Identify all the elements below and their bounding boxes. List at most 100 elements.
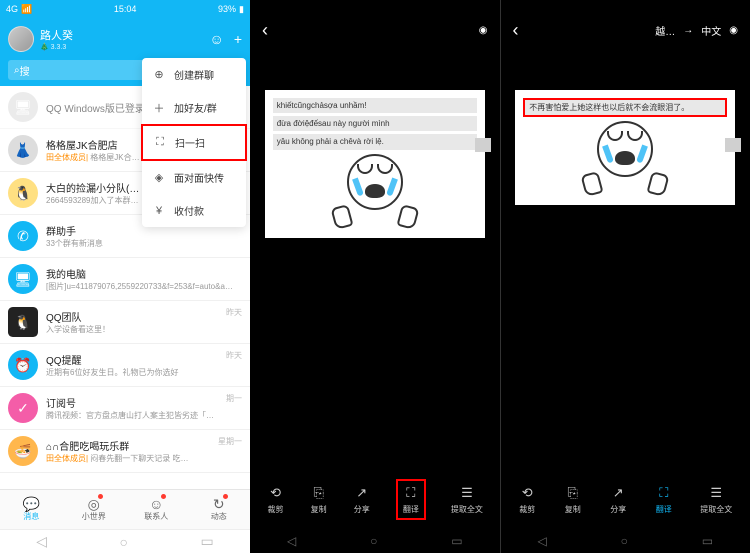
nav-动态[interactable]: ↻动态 xyxy=(188,490,251,529)
chat-item[interactable]: 🖥 我的电脑 [图片]u=411879076,2559220733&f=253&… xyxy=(0,258,250,301)
nav-icon: 💬 xyxy=(23,497,40,511)
home-button[interactable]: ○ xyxy=(120,534,128,550)
tool-翻译[interactable]: ⛶翻译 xyxy=(655,484,673,515)
viewer-0: ‹ ◉ khiếtcũngchảsợa unhầm! đừa đờiệđếsau … xyxy=(250,0,500,553)
tool-label: 裁剪 xyxy=(519,504,535,515)
send-icon: ◈ xyxy=(152,171,166,185)
tool-分享[interactable]: ↗ 分享 xyxy=(609,484,627,515)
viewer-topbar: ‹ 越… → 中文 ◉ xyxy=(501,0,750,60)
tool-label: 分享 xyxy=(354,504,370,515)
popup-item-add-user[interactable]: ＋加好友/群 xyxy=(142,91,246,124)
chat-subtitle: 田全体成员| 闷春先翻一下聊天记录 吃… xyxy=(46,453,210,464)
plus-icon[interactable]: + xyxy=(234,31,242,47)
crying-sticker xyxy=(337,154,413,230)
tool-label: 翻译 xyxy=(403,504,419,515)
viewer-topbar: ‹ ◉ xyxy=(250,0,500,60)
ocr-text-block[interactable]: yâu không phải a chêvà rời lệ. xyxy=(273,134,477,149)
back-icon[interactable]: ‹ xyxy=(262,20,268,41)
recent-button[interactable]: ▭ xyxy=(702,534,713,548)
back-button[interactable]: ◁ xyxy=(36,533,47,550)
popup-item-scan[interactable]: ⛶扫一扫 xyxy=(141,124,247,161)
tool-裁剪[interactable]: ⟲ 裁剪 xyxy=(518,484,536,515)
arrow-icon: → xyxy=(683,25,693,36)
plus-menu-popup: ⊕创建群聊＋加好友/群⛶扫一扫 ◈ 面对面快传 ¥收付款 xyxy=(142,58,246,227)
tool-icon: ☰ xyxy=(707,484,725,502)
battery-icon: ▮ xyxy=(239,4,244,15)
signal-text: 4G xyxy=(6,4,18,14)
tool-裁剪[interactable]: ⟲裁剪 xyxy=(267,484,285,515)
ocr-text-block[interactable]: đừa đờiệđếsau này người mình xyxy=(273,116,477,131)
tool-label: 分享 xyxy=(610,504,626,515)
tool-翻译[interactable]: ⛶翻译 xyxy=(396,479,426,520)
scan-icon: ⛶ xyxy=(153,136,167,150)
nav-label: 小世界 xyxy=(82,511,106,522)
nav-icon: ↻ xyxy=(213,497,225,511)
user-avatar[interactable] xyxy=(8,26,34,52)
chat-title: ⌂∩合肥吃喝玩乐群 xyxy=(46,438,210,453)
tool-复制[interactable]: ⎘复制 xyxy=(564,484,582,515)
ocr-text-block[interactable]: khiếtcũngchảsợa unhầm! xyxy=(273,98,477,113)
popup-item-chat[interactable]: ⊕创建群聊 xyxy=(142,58,246,91)
home-button[interactable]: ○ xyxy=(370,534,377,548)
nav-联系人[interactable]: ☺联系人 xyxy=(125,490,188,529)
recent-button[interactable]: ▭ xyxy=(451,534,462,548)
viewer-content: 不再害怕爱上她这样也以后就不会流眼泪了。 xyxy=(501,60,750,473)
nav-icon: ◎ xyxy=(88,497,100,511)
popup-label: 面对面快传 xyxy=(174,170,224,185)
back-button[interactable]: ◁ xyxy=(537,534,546,548)
recent-button[interactable]: ▭ xyxy=(201,533,214,550)
back-button[interactable]: ◁ xyxy=(287,534,296,548)
viewer-1: ‹ 越… → 中文 ◉ 不再害怕爱上她这样也以后就不会流眼泪了。 ⟲ 裁剪 ⎘复制 ↗ 分享 ⛶… xyxy=(500,0,750,553)
image-card[interactable]: 不再害怕爱上她这样也以后就不会流眼泪了。 xyxy=(515,90,735,205)
tool-label: 复制 xyxy=(311,504,327,515)
wifi-icon: 📶 xyxy=(21,4,32,15)
user-name: 路人癸 xyxy=(40,30,73,42)
eye-icon[interactable]: ◉ xyxy=(729,25,738,36)
status-time: 15:04 xyxy=(114,4,137,14)
chat-item[interactable]: 🍜 ⌂∩合肥吃喝玩乐群 田全体成员| 闷春先翻一下聊天记录 吃… 星期一 xyxy=(0,430,250,473)
chat-avatar: ✆ xyxy=(8,221,38,251)
popup-item-pay[interactable]: ¥收付款 xyxy=(142,194,246,227)
viewer-toolbar: ⟲ 裁剪 ⎘复制 ↗ 分享 ⛶翻译 ☰提取全文 xyxy=(501,473,750,529)
tool-icon: ⎘ xyxy=(564,484,582,502)
app-header: 路人癸 🎄 3.3.3 ☺ + xyxy=(0,18,250,60)
tool-提取全文[interactable]: ☰提取全文 xyxy=(700,484,732,515)
tool-icon: ⛶ xyxy=(655,484,673,502)
back-icon[interactable]: ‹ xyxy=(513,20,519,41)
nav-小世界[interactable]: ◎小世界 xyxy=(63,490,126,529)
chat-time: 昨天 xyxy=(226,350,242,361)
system-nav: ◁ ○ ▭ xyxy=(0,529,250,553)
popup-label: 收付款 xyxy=(174,203,204,218)
chat-title: 我的电脑 xyxy=(46,266,234,281)
user-status: 🎄 3.3.3 xyxy=(40,43,210,51)
tool-分享[interactable]: ↗分享 xyxy=(353,484,371,515)
chat-avatar: 🖥 xyxy=(8,264,38,294)
robot-icon[interactable]: ☺ xyxy=(210,31,224,47)
sticker-face xyxy=(597,121,653,177)
search-placeholder: 搜 xyxy=(20,63,30,78)
chat-title: QQ团队 xyxy=(46,309,218,324)
tool-icon: ↗ xyxy=(609,484,627,502)
chat-item[interactable]: 🐧 QQ团队 入学设备看这里！ 昨天 xyxy=(0,301,250,344)
ocr-text-block[interactable]: 不再害怕爱上她这样也以后就不会流眼泪了。 xyxy=(523,98,727,117)
popup-item-send[interactable]: ◈ 面对面快传 xyxy=(142,161,246,194)
chat-item[interactable]: ✓ 订阅号 腾讯视频：官方盘点唐山打人案主犯皆劣迹「保护… 期一 xyxy=(0,387,250,430)
eye-icon[interactable]: ◉ xyxy=(479,25,488,36)
add-user-icon: ＋ xyxy=(152,101,166,115)
chat-avatar: 👗 xyxy=(8,135,38,165)
sticker-face xyxy=(347,154,403,210)
bottom-nav: 💬消息◎小世界☺联系人↻动态 xyxy=(0,489,250,529)
tool-复制[interactable]: ⎘复制 xyxy=(310,484,328,515)
image-card[interactable]: khiếtcũngchảsợa unhầm! đừa đờiệđếsau này … xyxy=(265,90,485,238)
battery-text: 93% xyxy=(218,4,236,14)
home-button[interactable]: ○ xyxy=(621,534,628,548)
badge-dot xyxy=(98,494,103,499)
lang-to[interactable]: 中文 xyxy=(701,23,721,38)
chat-time: 星期一 xyxy=(218,436,242,447)
chat-item[interactable]: ⏰ QQ提醒 近期有6位好友生日。礼物已为你选好 昨天 xyxy=(0,344,250,387)
tool-icon: ⟲ xyxy=(518,484,536,502)
tool-提取全文[interactable]: ☰提取全文 xyxy=(451,484,483,515)
tool-label: 提取全文 xyxy=(451,504,483,515)
nav-消息[interactable]: 💬消息 xyxy=(0,490,63,529)
lang-from[interactable]: 越… xyxy=(655,23,675,38)
